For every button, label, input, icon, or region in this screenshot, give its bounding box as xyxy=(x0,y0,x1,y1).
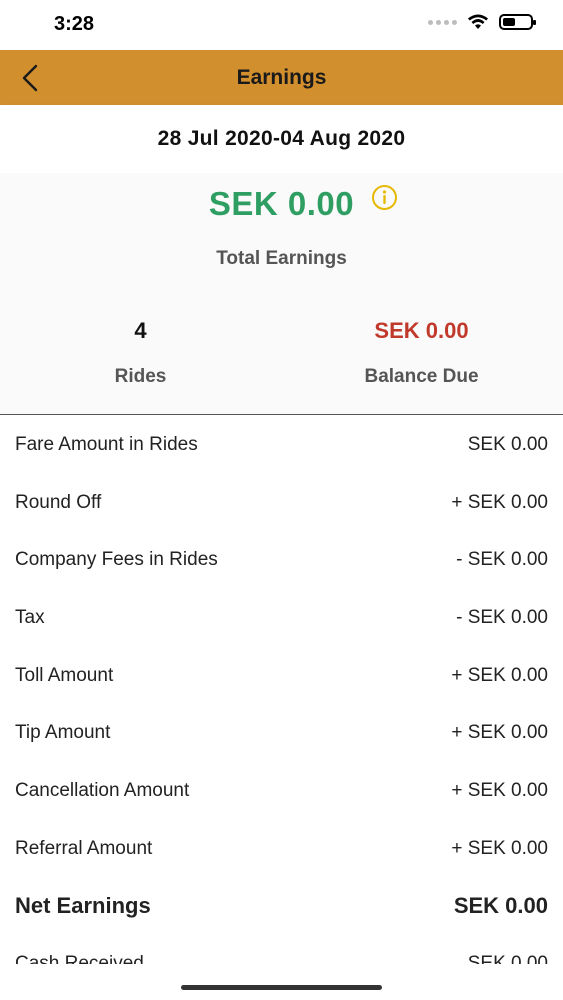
total-earnings-amount: SEK 0.00 xyxy=(208,185,355,222)
breakdown-row-round-off: Round Off + SEK 0.00 xyxy=(0,474,563,532)
date-range-bar[interactable]: 28 Jul 2020-04 Aug 2020 xyxy=(0,105,563,173)
breakdown-row-net-earnings: Net Earnings SEK 0.00 xyxy=(0,878,563,936)
breakdown-label: Toll Amount xyxy=(15,664,114,686)
breakdown-row-tax: Tax - SEK 0.00 xyxy=(0,589,563,647)
breakdown-value: + SEK 0.00 xyxy=(451,837,548,859)
breakdown-row-referral-amount: Referral Amount + SEK 0.00 xyxy=(0,820,563,878)
breakdown-value: + SEK 0.00 xyxy=(451,779,548,801)
breakdown-row-company-fees: Company Fees in Rides - SEK 0.00 xyxy=(0,531,563,589)
breakdown-value: SEK 0.00 xyxy=(467,953,548,964)
breakdown-label: Cancellation Amount xyxy=(15,779,190,801)
rides-count: 4 xyxy=(134,318,147,343)
earnings-summary: SEK 0.00 Total Earnings 4 Rides SEK 0.00… xyxy=(0,173,563,415)
breakdown-value: SEK 0.00 xyxy=(467,433,548,455)
breakdown-label: Round Off xyxy=(15,491,102,513)
breakdown-label: Tip Amount xyxy=(15,722,111,744)
home-indicator[interactable] xyxy=(181,985,382,990)
balance-due-amount: SEK 0.00 xyxy=(374,318,469,343)
breakdown-value: + SEK 0.00 xyxy=(451,722,548,744)
battery-icon xyxy=(499,14,536,30)
breakdown-label: Fare Amount in Rides xyxy=(15,433,198,455)
breakdown-label: Cash Received xyxy=(15,953,144,964)
status-icons xyxy=(428,14,536,30)
breakdown-value: + SEK 0.00 xyxy=(451,664,548,686)
chevron-left-icon xyxy=(22,64,38,92)
breakdown-row-tip-amount: Tip Amount + SEK 0.00 xyxy=(0,704,563,762)
total-earnings-label: Total Earnings xyxy=(216,248,347,269)
breakdown-value: - SEK 0.00 xyxy=(456,606,548,628)
breakdown-row-fare-amount: Fare Amount in Rides SEK 0.00 xyxy=(0,416,563,474)
breakdown-row-cash-received: Cash Received SEK 0.00 xyxy=(0,935,563,964)
balance-due-label: Balance Due xyxy=(364,366,479,387)
nav-bar: Earnings xyxy=(0,50,563,105)
status-bar: 3:28 xyxy=(0,0,563,50)
breakdown-value: + SEK 0.00 xyxy=(451,491,548,513)
signal-dots-icon xyxy=(428,19,457,25)
wifi-icon xyxy=(468,14,488,29)
rides-label: Rides xyxy=(114,366,167,387)
info-circle-icon[interactable] xyxy=(369,184,400,211)
page-title: Earnings xyxy=(236,65,327,89)
breakdown-row-cancellation-amount: Cancellation Amount + SEK 0.00 xyxy=(0,762,563,820)
breakdown-label: Company Fees in Rides xyxy=(15,549,218,571)
balance-due-stat: SEK 0.00 Balance Due xyxy=(281,316,562,388)
breakdown-label: Referral Amount xyxy=(15,837,153,859)
earnings-breakdown-list[interactable]: Fare Amount in Rides SEK 0.00 Round Off … xyxy=(0,416,563,964)
status-time: 3:28 xyxy=(54,13,95,35)
rides-stat: 4 Rides xyxy=(0,316,281,388)
breakdown-label: Net Earnings xyxy=(15,893,151,919)
breakdown-value: SEK 0.00 xyxy=(453,893,548,919)
date-range-label: 28 Jul 2020-04 Aug 2020 xyxy=(157,127,406,150)
breakdown-label: Tax xyxy=(15,606,45,628)
back-button[interactable] xyxy=(10,58,50,98)
breakdown-row-toll-amount: Toll Amount + SEK 0.00 xyxy=(0,647,563,705)
breakdown-value: - SEK 0.00 xyxy=(456,549,548,571)
